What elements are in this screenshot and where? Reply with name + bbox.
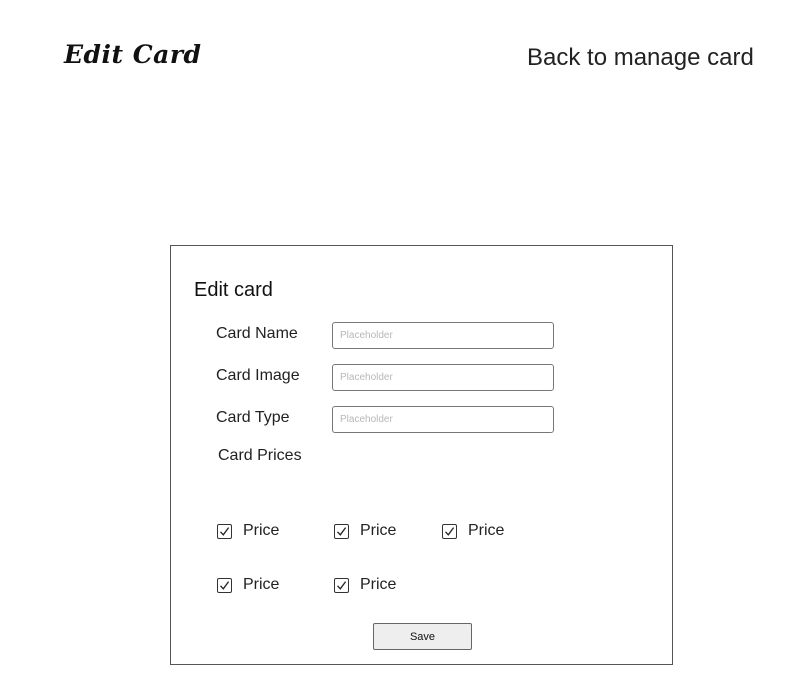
- card-image-label: Card Image: [216, 367, 300, 384]
- price-checkbox-4[interactable]: Price: [217, 576, 279, 594]
- checkmark-icon: [442, 523, 457, 539]
- form-heading: Edit card: [194, 279, 273, 301]
- price-checkbox-label: Price: [360, 522, 397, 539]
- price-checkbox-2[interactable]: Price: [334, 522, 396, 540]
- card-name-label: Card Name: [216, 325, 298, 342]
- price-checkbox-label: Price: [243, 576, 280, 593]
- card-image-input[interactable]: [332, 364, 554, 391]
- checkmark-icon: [217, 523, 232, 539]
- card-prices-label: Card Prices: [218, 447, 302, 464]
- checkmark-icon: [334, 523, 349, 539]
- price-checkbox-1[interactable]: Price: [217, 522, 279, 540]
- card-type-input[interactable]: [332, 406, 554, 433]
- card-type-label: Card Type: [216, 409, 290, 426]
- save-button[interactable]: Save: [373, 623, 472, 650]
- checkmark-icon: [217, 577, 232, 593]
- price-checkbox-label: Price: [243, 522, 280, 539]
- page-title: Edit Card: [64, 40, 202, 69]
- checkmark-icon: [334, 577, 349, 593]
- price-checkbox-label: Price: [360, 576, 397, 593]
- back-to-manage-card-link[interactable]: Back to manage card: [527, 44, 754, 72]
- price-checkbox-3[interactable]: Price: [442, 522, 504, 540]
- price-checkbox-5[interactable]: Price: [334, 576, 396, 594]
- card-name-input[interactable]: [332, 322, 554, 349]
- price-checkbox-label: Price: [468, 522, 505, 539]
- edit-card-form: Edit card Card Name Card Image Card Type…: [170, 245, 673, 665]
